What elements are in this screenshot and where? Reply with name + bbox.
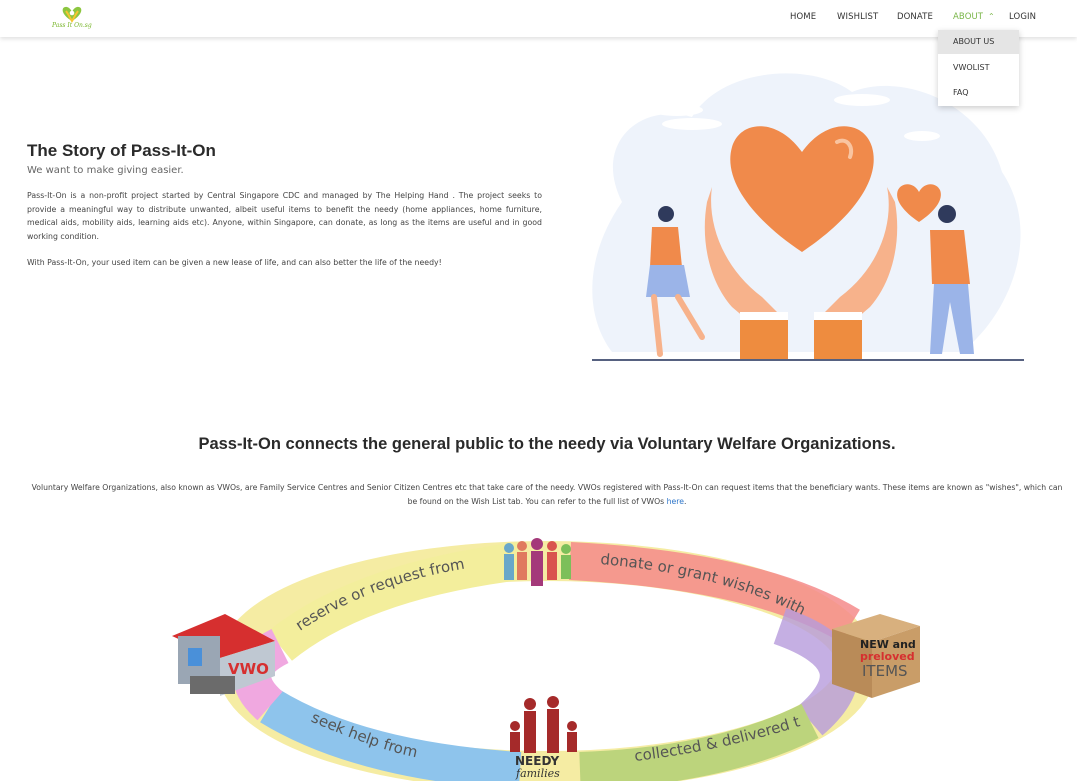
cloud-shape: [651, 104, 703, 116]
segment-items: [773, 608, 858, 736]
cloud-shape: [834, 94, 890, 106]
items-box-icon: NEW and preloved ITEMS: [832, 614, 920, 698]
right-cuff-shape: [814, 312, 862, 320]
chevron-up-icon[interactable]: ⌃: [988, 12, 995, 21]
cloud-shape: [904, 131, 940, 141]
dropdown-item-about-us[interactable]: ABOUT US: [938, 30, 1019, 54]
connects-paragraph: Voluntary Welfare Organizations, also kn…: [30, 481, 1064, 508]
dropdown-item-faq[interactable]: FAQ: [938, 81, 1019, 105]
items-line3: ITEMS: [862, 662, 908, 680]
woman-skirt: [646, 265, 690, 297]
logo-text: Pass It On.sg: [52, 22, 92, 29]
left-cuff-shape: [740, 312, 788, 320]
story-paragraph-2: With Pass-It-On, your used item can be g…: [27, 258, 442, 267]
heart-hands-logo-icon: [62, 6, 82, 23]
giving-hearts-illustration: [592, 73, 1024, 361]
vwo-label: VWO: [228, 660, 269, 678]
cloud-shape: [662, 118, 722, 130]
woman-top: [650, 227, 682, 267]
connects-title: Pass-It-On connects the general public t…: [198, 435, 896, 453]
vwo-list-link[interactable]: here: [667, 497, 684, 506]
man-shirt: [930, 230, 970, 284]
needy-line1: NEEDY: [515, 754, 560, 768]
man-head: [938, 205, 956, 223]
story-subtitle: We want to make giving easier.: [27, 165, 184, 176]
woman-head: [658, 206, 674, 222]
nav-wishlist[interactable]: WISHLIST: [837, 12, 878, 22]
story-title: The Story of Pass-It-On: [27, 141, 216, 160]
story-paragraph-1: Pass-It-On is a non-profit project start…: [27, 191, 542, 241]
dropdown-item-vwolist[interactable]: VWOLIST: [938, 56, 1019, 80]
nav-donate[interactable]: DONATE: [897, 12, 933, 22]
about-dropdown-menu: ABOUT US VWOLIST FAQ: [938, 30, 1019, 106]
needy-line2: families: [515, 767, 560, 780]
connects-text-end: .: [683, 496, 687, 506]
connects-text: Voluntary Welfare Organizations, also kn…: [31, 483, 1063, 506]
nav-home[interactable]: HOME: [790, 12, 816, 22]
navbar: Pass It On.sg HOME WISHLIST DONATE ABOUT…: [0, 0, 1077, 37]
giving-cycle-diagram: reserve or request from donate or grant …: [160, 536, 920, 781]
site-logo[interactable]: Pass It On.sg: [52, 5, 102, 32]
nav-login[interactable]: LOGIN: [1009, 12, 1036, 22]
nav-about[interactable]: ABOUT: [953, 12, 983, 22]
